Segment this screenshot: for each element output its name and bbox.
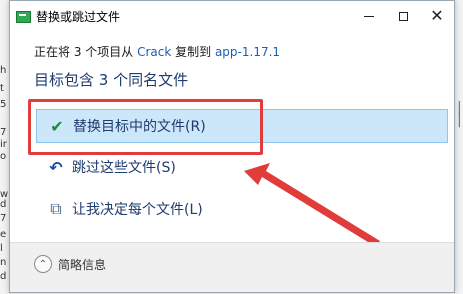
minimize-button[interactable] xyxy=(352,1,386,31)
replace-or-skip-dialog: 替换或跳过文件 ✕ 正在将 3 个项目从 Crack 复制到 app-1.17.… xyxy=(9,0,455,293)
decide-icon: ⧉ xyxy=(50,199,62,218)
decide-each-file-label: 让我决定每个文件(L) xyxy=(72,202,203,218)
background-text: d xyxy=(0,199,7,210)
fewer-details-button[interactable]: ⌃ 简略信息 xyxy=(34,255,106,273)
skip-files-label: 跳过这些文件(S) xyxy=(72,160,176,176)
close-button[interactable]: ✕ xyxy=(420,1,454,31)
conflict-heading: 目标包含 3 个同名文件 xyxy=(34,71,189,89)
skip-icon: ↶ xyxy=(49,157,63,177)
destination-folder-link[interactable]: app-1.17.1 xyxy=(215,45,280,59)
arrow-shape xyxy=(244,163,380,247)
file-copy-app-icon xyxy=(16,11,31,23)
background-text: 5 xyxy=(0,99,7,110)
background-text: ir xyxy=(0,139,7,150)
title-bar[interactable]: 替换或跳过文件 ✕ xyxy=(10,1,454,33)
dialog-footer: ⌃ 简略信息 xyxy=(10,242,454,292)
background-text: o xyxy=(0,151,7,162)
copy-info: 正在将 3 个项目从 Crack 复制到 app-1.17.1 xyxy=(34,43,280,60)
background-text: | xyxy=(457,112,462,128)
maximize-icon xyxy=(398,11,408,21)
copy-info-prefix: 正在将 3 个项目从 xyxy=(34,45,138,59)
fewer-details-label: 简略信息 xyxy=(58,257,107,272)
background-window-right: | | xyxy=(454,0,463,294)
maximize-button[interactable] xyxy=(386,1,420,31)
copy-info-middle: 复制到 xyxy=(171,45,215,59)
screen: h t 5 7 ir o w d 7 e l n d | | 替换或跳过文件 ✕ xyxy=(0,0,463,294)
red-highlight-annotation xyxy=(28,99,263,155)
background-text: n xyxy=(0,257,7,268)
background-text: 7 xyxy=(0,127,7,138)
close-icon: ✕ xyxy=(430,6,444,25)
source-folder-link[interactable]: Crack xyxy=(137,45,171,59)
background-text: 7 xyxy=(0,213,7,224)
dialog-title: 替换或跳过文件 xyxy=(36,10,121,24)
background-text: e xyxy=(0,229,7,240)
background-text: l xyxy=(0,243,3,254)
background-text: h xyxy=(0,65,7,76)
chevron-up-icon: ⌃ xyxy=(34,255,52,273)
red-arrow-annotation xyxy=(244,163,380,247)
background-text: t xyxy=(0,83,4,94)
background-text: d xyxy=(0,271,7,282)
minimize-icon xyxy=(364,15,374,17)
